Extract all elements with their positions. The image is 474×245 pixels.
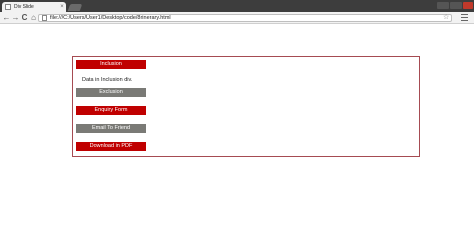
page-icon xyxy=(5,4,11,10)
tab-title: Div Slide xyxy=(14,4,34,10)
url-text: file:///C:/Users/User1/Desktop/code/8rin… xyxy=(50,15,171,21)
inclusion-button[interactable]: Inclusion xyxy=(76,60,146,69)
exclusion-button[interactable]: Exclusion xyxy=(76,88,146,97)
maximize-button[interactable] xyxy=(450,2,462,9)
download-pdf-button[interactable]: Download in PDF xyxy=(76,142,146,151)
menu-icon[interactable] xyxy=(461,14,468,21)
browser-tab[interactable]: Div Slide × xyxy=(2,2,66,12)
close-icon[interactable]: × xyxy=(58,4,66,10)
bookmark-star-icon[interactable]: ☆ xyxy=(443,13,449,21)
minimize-button[interactable] xyxy=(437,2,449,9)
close-window-button[interactable] xyxy=(463,2,473,9)
email-to-friend-button[interactable]: Email To Friend xyxy=(76,124,146,133)
reload-icon[interactable]: C xyxy=(20,14,29,22)
address-bar[interactable]: file:///C:/Users/User1/Desktop/code/8rin… xyxy=(38,14,452,22)
new-tab-button[interactable] xyxy=(67,4,83,11)
page-icon xyxy=(42,15,47,21)
back-icon[interactable]: ← xyxy=(2,14,11,22)
enquiry-form-button[interactable]: Enquiry Form xyxy=(76,106,146,115)
home-icon[interactable]: ⌂ xyxy=(29,14,38,22)
browser-toolbar: ← → C ⌂ file:///C:/Users/User1/Desktop/c… xyxy=(0,12,474,24)
content-container: Inclusion Data in Inclusion div. Exclusi… xyxy=(72,56,420,157)
inclusion-content-text: Data in Inclusion div. xyxy=(82,77,133,83)
forward-icon[interactable]: → xyxy=(11,14,20,22)
tab-strip: Div Slide × xyxy=(0,0,474,12)
